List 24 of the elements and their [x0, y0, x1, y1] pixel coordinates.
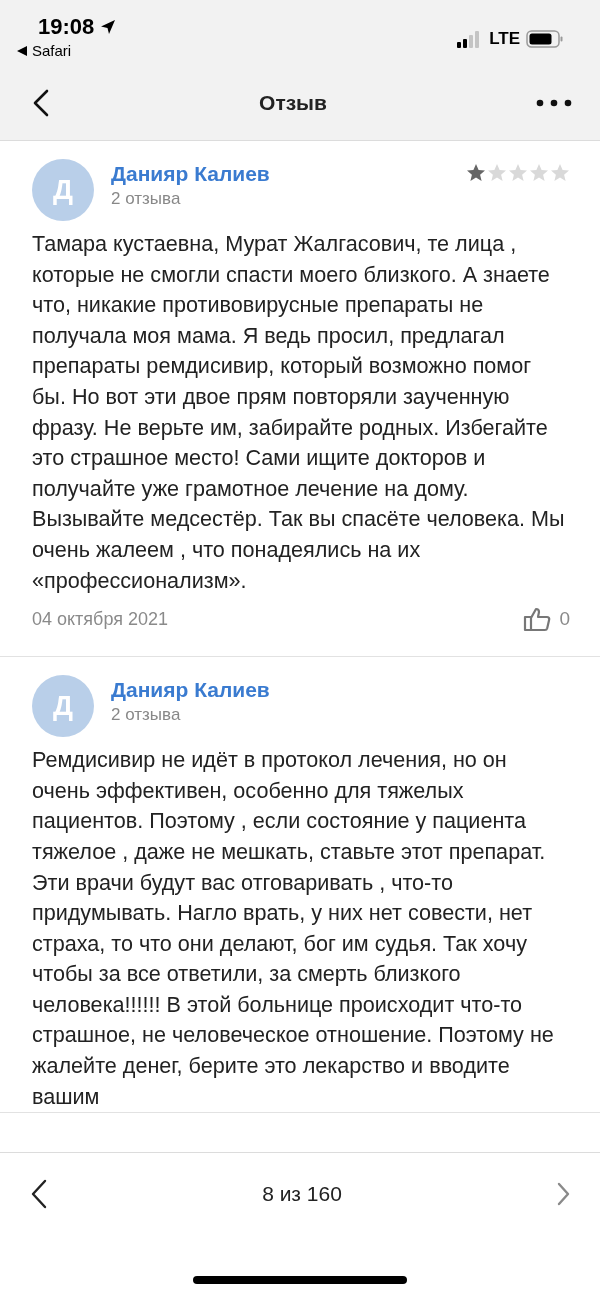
page-counter: 8 из 160 [262, 1182, 342, 1206]
page-title: Отзыв [259, 91, 327, 115]
avatar: Д [32, 159, 94, 221]
review-text: Тамара кустаевна, Мурат Жалгасович, те лица , которые не смогли спасти моего близкого. А знаете что, никакие противовирусные препараты не получала моя мама. Я ведь просил, предлагал препараты ремдисивир, который возможно помог бы. Но вот эти двое прям повторяли заученную фразу. Не верьте им, забирайте родных. Избегайте это страшное место! Сами ищите докторов и получайте уже грамотное лечение на дому. Вызывайте медсестёр. Так вы спасёте человека. Мы очень жалеем , что понадеялись на их «профессионализм». [32, 230, 566, 595]
back-triangle-icon [16, 44, 28, 57]
star-icon [508, 163, 528, 183]
status-time: 19:08 [38, 14, 95, 40]
location-arrow-icon [100, 19, 117, 35]
avatar: Д [32, 675, 94, 738]
star-icon [466, 163, 486, 183]
thumbs-up-icon[interactable] [523, 606, 552, 633]
network-type: LTE [489, 29, 520, 49]
star-icon [487, 163, 507, 183]
star-icon [529, 163, 549, 183]
author-name[interactable]: Данияр Калиев [111, 678, 570, 703]
star-icon [550, 163, 570, 183]
review-date: 04 октября 2021 [32, 608, 168, 630]
review-text: Ремдисивир не идёт в протокол лечения, но он очень эффективен, особенно для тяжелых пациентов. Поэтому , если состояние у пациента тяжелое , даже не мешкать, ставьте этот препарат. Эти врачи будут вас отговаривать , что-то придумывать. Нагло врать, у них нет совести, нет страха, то что они делают, бог им судья. Так хочу чтобы за все ответили, за смерть близкого человека!!!!!! В этой больнице происходит что-то страшное, не человеческое отношение. Поэтому не жалейте денег, берите это лекарство и вводите вашим [32, 746, 555, 1111]
like-count: 0 [559, 608, 570, 631]
back-to-app-link[interactable]: Safari [32, 42, 72, 59]
review-count: 2 отзыва [111, 189, 182, 209]
author-name[interactable]: Данияр Калиев [111, 162, 466, 186]
battery-icon [526, 29, 564, 49]
review-count: 2 отзыва [111, 705, 182, 726]
